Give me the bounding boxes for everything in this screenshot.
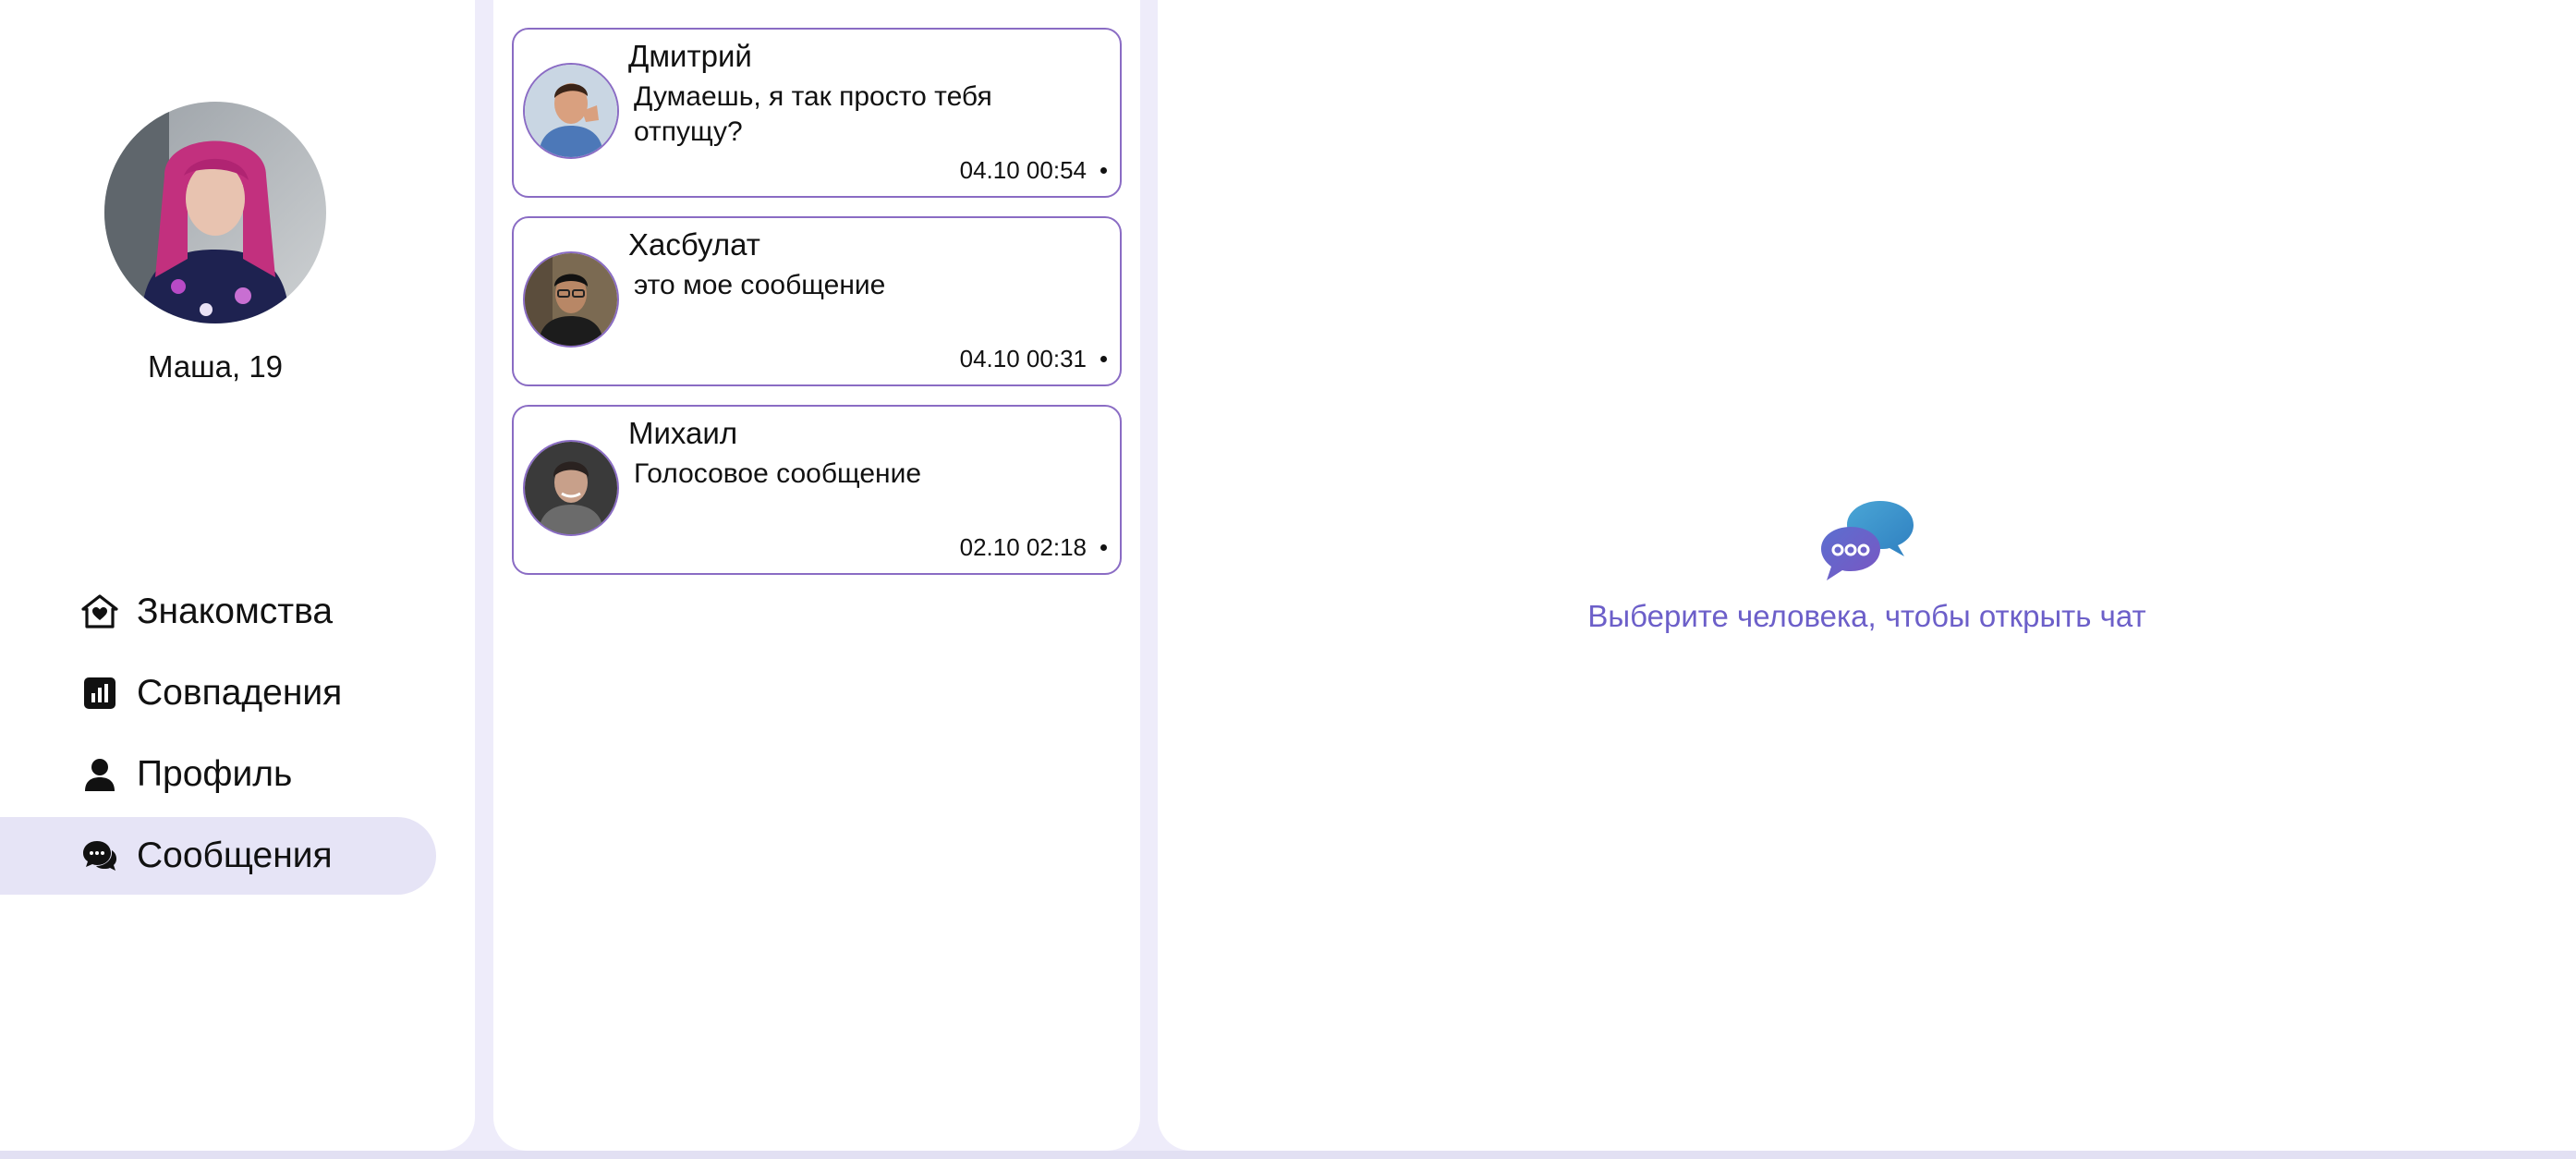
chat-bubbles-icon: [1821, 501, 1914, 580]
avatar: [523, 63, 619, 159]
nav-label: Совпадения: [137, 673, 343, 713]
nav-item-messages[interactable]: Сообщения: [0, 817, 436, 895]
nav-label: Сообщения: [137, 836, 333, 875]
chat-name: Михаил: [628, 416, 738, 450]
chat-card-mikhail[interactable]: Михаил Голосовое сообщение 02.10 02:18: [512, 405, 1122, 575]
avatar: [523, 251, 619, 348]
nav-item-dating[interactable]: Знакомства: [0, 573, 436, 651]
profile-avatar[interactable]: [104, 102, 326, 323]
chat-last-message: это мое сообщение: [634, 270, 886, 300]
nav-item-profile[interactable]: Профиль: [0, 736, 436, 813]
main-nav: Знакомства Совпадения Профиль Сообщения: [0, 573, 436, 898]
unread-dot: [1100, 356, 1107, 362]
chat-card-khasbulat[interactable]: Хасбулат это мое сообщение 04.10 00:31: [512, 216, 1122, 386]
chat-last-message: Думаешь, я так просто тебя отпущу?: [634, 81, 992, 147]
chat-bubbles-icon: [83, 841, 116, 871]
nav-label: Знакомства: [137, 592, 334, 631]
chat-time: 02.10 02:18: [959, 533, 1087, 561]
chat-name: Дмитрий: [628, 39, 752, 73]
chat-list: Дмитрий Думаешь, я так просто тебя отпущ…: [493, 0, 1140, 1151]
home-heart-icon: [81, 594, 118, 628]
empty-chat-hint: Выберите человека, чтобы открыть чат: [1587, 599, 2146, 633]
nav-item-matches[interactable]: Совпадения: [0, 654, 436, 732]
chat-card-dmitry[interactable]: Дмитрий Думаешь, я так просто тебя отпущ…: [512, 28, 1122, 198]
chat-time: 04.10 00:54: [959, 156, 1087, 184]
chat-name: Хасбулат: [628, 227, 760, 262]
avatar: [523, 440, 619, 536]
chat-time: 04.10 00:31: [959, 345, 1087, 372]
unread-dot: [1100, 544, 1107, 551]
chat-last-message: Голосовое сообщение: [634, 458, 922, 489]
sidebar: Маша, 19 Знакомства Совпадения Профиль С…: [0, 0, 475, 1151]
bottom-strip: [0, 1151, 2576, 1159]
bar-chart-icon: [84, 677, 115, 709]
person-icon: [85, 759, 115, 791]
unread-dot: [1100, 167, 1107, 174]
profile-name: Маша, 19: [147, 349, 284, 384]
nav-label: Профиль: [137, 754, 293, 794]
